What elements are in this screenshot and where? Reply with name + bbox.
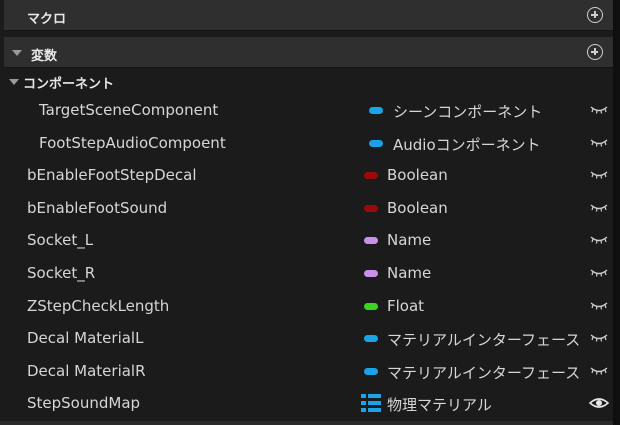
variables-section-title: 変数 xyxy=(31,49,58,64)
variable-row[interactable]: bEnableFootStepDecal Boolean xyxy=(0,159,613,191)
variable-name: StepSoundMap xyxy=(27,394,141,413)
closed-eye-icon[interactable] xyxy=(589,167,609,183)
variable-type[interactable]: Name xyxy=(387,264,581,282)
closed-eye-icon[interactable] xyxy=(589,363,609,379)
type-color-pill[interactable] xyxy=(364,270,378,277)
macros-section-title: マクロ xyxy=(27,12,67,27)
closed-eye-icon[interactable] xyxy=(589,135,609,151)
variable-name: ZStepCheckLength xyxy=(27,296,170,315)
type-color-pill[interactable] xyxy=(369,139,383,147)
variable-name: bEnableFootStepDecal xyxy=(27,166,197,185)
variable-row[interactable]: FootStepAudioCompoent Audioコンポーネント xyxy=(0,127,613,159)
variable-row[interactable]: Decal MaterialL マテリアルインターフェース xyxy=(0,322,613,354)
variable-row[interactable]: StepSoundMap 物理マテリアル xyxy=(0,387,613,419)
add-macro-icon[interactable] xyxy=(587,7,603,23)
variable-name: Decal MaterialR xyxy=(27,361,146,380)
collapse-arrow-icon[interactable] xyxy=(9,79,19,85)
variable-type[interactable]: Float xyxy=(387,297,581,315)
variable-type[interactable]: マテリアルインターフェース xyxy=(387,329,581,350)
variable-type[interactable]: Boolean xyxy=(387,166,581,184)
variable-type[interactable]: シーンコンポーネント xyxy=(393,101,587,122)
variable-type[interactable]: Audioコンポーネント xyxy=(393,134,587,155)
closed-eye-icon[interactable] xyxy=(589,232,609,248)
variable-name: Socket_R xyxy=(27,264,96,282)
type-color-pill[interactable] xyxy=(364,172,378,180)
type-color-pill[interactable] xyxy=(369,107,383,114)
variable-name: TargetSceneComponent xyxy=(39,101,219,119)
macros-section-header[interactable]: マクロ xyxy=(4,0,613,31)
closed-eye-icon[interactable] xyxy=(589,298,609,314)
variable-row[interactable]: Socket_R Name xyxy=(0,257,613,289)
add-variable-icon[interactable] xyxy=(587,44,603,60)
category-components[interactable]: コンポーネント xyxy=(0,72,613,92)
variable-row[interactable]: Decal MaterialR マテリアルインターフェース xyxy=(0,355,613,387)
variable-row[interactable]: Socket_L Name xyxy=(0,224,613,256)
type-color-pill[interactable] xyxy=(364,335,378,343)
variable-type[interactable]: Name xyxy=(387,231,581,249)
my-blueprint-panel: マクロ 変数 コンポーネント TargetSceneComponent シーンコン… xyxy=(0,0,613,425)
variable-name: bEnableFootSound xyxy=(27,198,168,217)
variable-row[interactable]: bEnableFootSound Boolean xyxy=(0,192,613,224)
panel-splitter[interactable] xyxy=(613,0,620,425)
variable-name: Socket_L xyxy=(27,231,94,250)
variable-type[interactable]: マテリアルインターフェース xyxy=(387,362,581,383)
type-color-pill[interactable] xyxy=(364,367,378,375)
type-color-pill[interactable] xyxy=(364,237,378,245)
closed-eye-icon[interactable] xyxy=(589,200,609,216)
variable-row[interactable]: ZStepCheckLength Float xyxy=(0,290,613,322)
panel-bottom-border xyxy=(0,421,613,425)
collapse-arrow-icon[interactable] xyxy=(12,50,22,56)
type-color-pill[interactable] xyxy=(364,204,378,212)
category-label: コンポーネント xyxy=(23,77,115,92)
open-eye-icon[interactable] xyxy=(589,395,609,411)
closed-eye-icon[interactable] xyxy=(589,265,609,281)
variable-type[interactable]: Boolean xyxy=(387,199,581,217)
variable-name: Decal MaterialL xyxy=(27,329,144,348)
closed-eye-icon[interactable] xyxy=(589,330,609,346)
map-container-icon[interactable] xyxy=(361,394,381,413)
variable-name: FootStepAudioCompoent xyxy=(39,133,226,152)
closed-eye-icon[interactable] xyxy=(589,102,609,118)
variables-section-header[interactable]: 変数 xyxy=(4,37,613,68)
variable-row[interactable]: TargetSceneComponent シーンコンポーネント xyxy=(0,94,613,126)
type-color-pill[interactable] xyxy=(364,302,378,310)
variable-type[interactable]: 物理マテリアル xyxy=(387,394,581,415)
